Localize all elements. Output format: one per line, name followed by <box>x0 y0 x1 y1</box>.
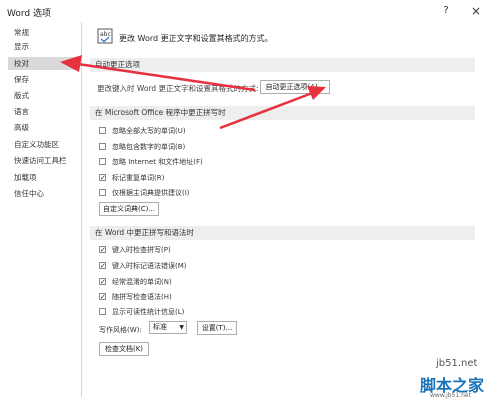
annotation-arrow <box>60 55 326 130</box>
watermark-url: jb51.net <box>436 358 478 369</box>
watermark: jb51.net 脚本之家 www.jb51.net <box>420 358 500 403</box>
watermark-sub: www.jb51.net <box>430 392 471 399</box>
